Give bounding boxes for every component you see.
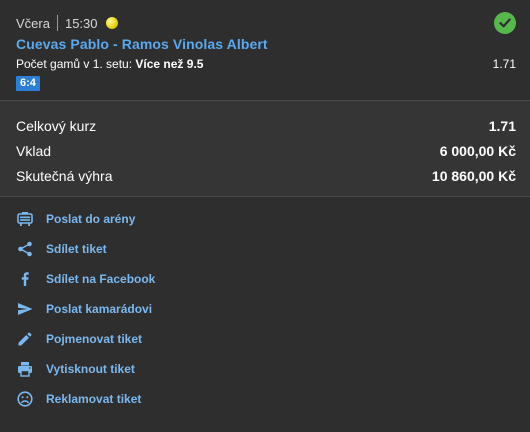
printer-icon xyxy=(16,360,34,378)
action-label: Pojmenovat tiket xyxy=(46,332,143,346)
send-to-friend-button[interactable]: Poslat kamarádovi xyxy=(16,299,316,319)
share-icon xyxy=(16,240,34,258)
ticket-summary: Celkový kurz 1.71 Vklad 6 000,00 Kč Skut… xyxy=(0,101,530,196)
total-odds-value: 1.71 xyxy=(488,118,516,134)
facebook-icon xyxy=(16,270,34,288)
print-ticket-button[interactable]: Vytisknout tiket xyxy=(16,359,316,379)
stake-label: Vklad xyxy=(16,143,52,159)
stake-row: Vklad 6 000,00 Kč xyxy=(16,141,516,161)
bet-meta: Včera 15:30 xyxy=(16,15,118,31)
send-icon xyxy=(16,300,34,318)
rename-ticket-button[interactable]: Pojmenovat tiket xyxy=(16,329,316,349)
action-label: Sdílet na Facebook xyxy=(46,272,156,286)
win-label: Skutečná výhra xyxy=(16,168,113,184)
action-label: Poslat kamarádovi xyxy=(46,302,153,316)
divider xyxy=(0,196,530,197)
market-label: Počet gamů v 1. setu: xyxy=(16,57,133,71)
total-odds-row: Celkový kurz 1.71 xyxy=(16,116,516,136)
market-pick: Více než 9.5 xyxy=(135,57,204,71)
share-facebook-button[interactable]: Sdílet na Facebook xyxy=(16,269,316,289)
pencil-icon xyxy=(16,330,34,348)
match-title-link[interactable]: Cuevas Pablo - Ramos Vinolas Albert xyxy=(16,36,268,52)
share-ticket-button[interactable]: Sdílet tiket xyxy=(16,239,316,259)
arena-icon xyxy=(16,210,34,228)
result-score-badge: 6:4 xyxy=(16,76,40,91)
send-to-arena-button[interactable]: Poslat do arény xyxy=(16,209,316,229)
action-label: Sdílet tiket xyxy=(46,242,107,256)
bet-time: 15:30 xyxy=(64,15,98,31)
bet-selection: Včera 15:30 Cuevas Pablo - Ramos Vinolas… xyxy=(0,0,530,101)
bet-date: Včera xyxy=(16,15,50,31)
bet-market: Počet gamů v 1. setu: Více než 9.5 xyxy=(16,57,203,71)
win-value: 10 860,00 Kč xyxy=(431,168,516,184)
tennis-ball-icon xyxy=(105,17,118,29)
win-row: Skutečná výhra 10 860,00 Kč xyxy=(16,166,516,186)
sad-face-icon xyxy=(16,390,34,408)
action-label: Reklamovat tiket xyxy=(46,392,142,406)
selection-odd: 1.71 xyxy=(492,57,516,71)
total-odds-label: Celkový kurz xyxy=(16,118,97,134)
claim-ticket-button[interactable]: Reklamovat tiket xyxy=(16,389,316,409)
meta-separator xyxy=(56,15,58,31)
action-label: Vytisknout tiket xyxy=(46,362,135,376)
stake-value: 6 000,00 Kč xyxy=(439,143,516,159)
check-circle-icon xyxy=(494,12,516,34)
action-label: Poslat do arény xyxy=(46,212,136,226)
